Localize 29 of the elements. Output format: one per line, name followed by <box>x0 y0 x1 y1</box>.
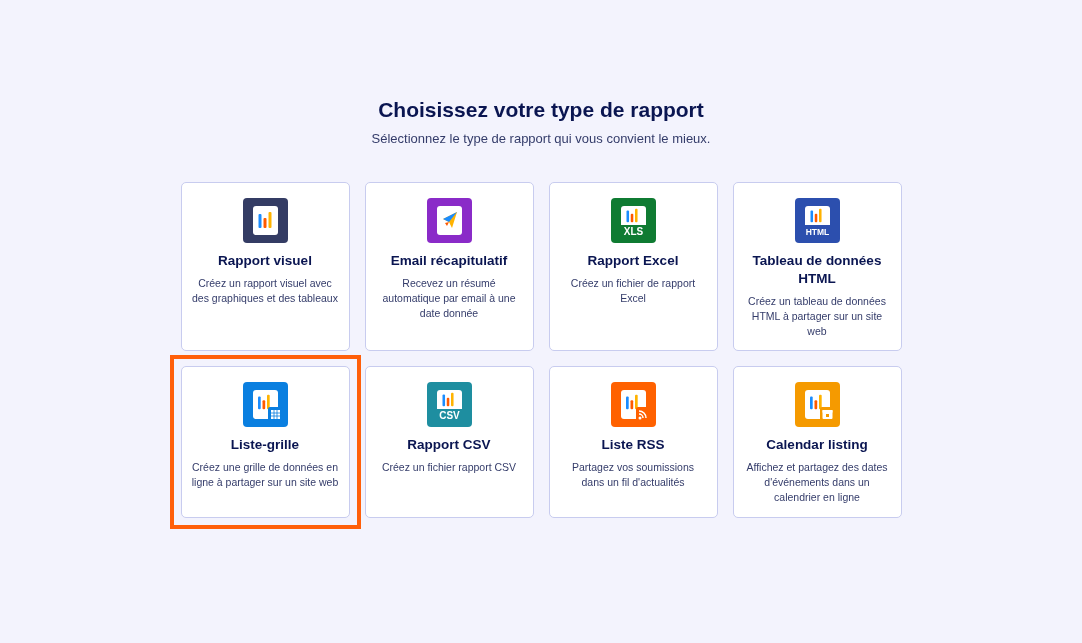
report-type-card[interactable]: CSV Rapport CSV Créez un fichier rapport CSV <box>364 366 534 518</box>
card-title: Tableau de données HTML <box>751 252 883 288</box>
card-title: Email récapitulatif <box>390 252 508 270</box>
card-title: Liste-grille <box>230 436 300 454</box>
card-title: Calendar listing <box>766 436 868 454</box>
report-type-card[interactable]: Liste-grille Créez une grille de données en ligne à partager sur un site web <box>180 366 350 518</box>
card-description: Affichez et partagez des dates d'événements dans un calendrier en ligne <box>745 460 889 505</box>
report-type-card[interactable]: XLS Rapport Excel Créez un fichier de rapport Excel <box>548 182 718 351</box>
card-title: Rapport visuel <box>218 252 312 270</box>
card-description: Recevez un résumé automatique par email à une date donnée <box>381 276 517 321</box>
report-type-card[interactable]: Email récapitulatif Recevez un résumé automatique par email à une date donnée <box>364 182 534 351</box>
card-description: Créez un fichier rapport CSV <box>381 460 517 475</box>
card-description: Partagez vos soumissions dans un fil d'actualités <box>571 460 695 490</box>
report-icon: CSV <box>426 382 472 427</box>
report-type-card[interactable]: Liste RSS Partagez vos soumissions dans un fil d'actualités <box>548 366 718 518</box>
report-type-card[interactable]: HTML Tableau de données HTML Créez un tableau de données HTML à partager sur un site web <box>732 182 902 351</box>
report-icon: XLS <box>610 198 656 243</box>
card-title: Rapport CSV <box>407 436 491 454</box>
card-title: Rapport Excel <box>587 252 679 270</box>
card-title: Liste RSS <box>601 436 665 454</box>
report-icon: HTML <box>794 198 840 243</box>
page-subtitle: Sélectionnez le type de rapport qui vous convient le mieux. <box>371 131 711 146</box>
card-description: Créez un rapport visuel avec des graphiques et des tableaux <box>191 276 339 306</box>
report-type-card[interactable]: Rapport visuel Créez un rapport visuel avec des graphiques et des tableaux <box>180 182 350 351</box>
report-type-card[interactable]: Calendar listing Affichez et partagez des dates d'événements dans un calendrier en ligne <box>732 366 902 518</box>
card-description: Créez un fichier de rapport Excel <box>569 276 697 306</box>
page-title: Choisissez votre type de rapport <box>378 98 704 122</box>
card-description: Créez un tableau de données HTML à partager sur un site web <box>747 294 887 339</box>
card-description: Créez une grille de données en ligne à partager sur un site web <box>191 460 339 490</box>
